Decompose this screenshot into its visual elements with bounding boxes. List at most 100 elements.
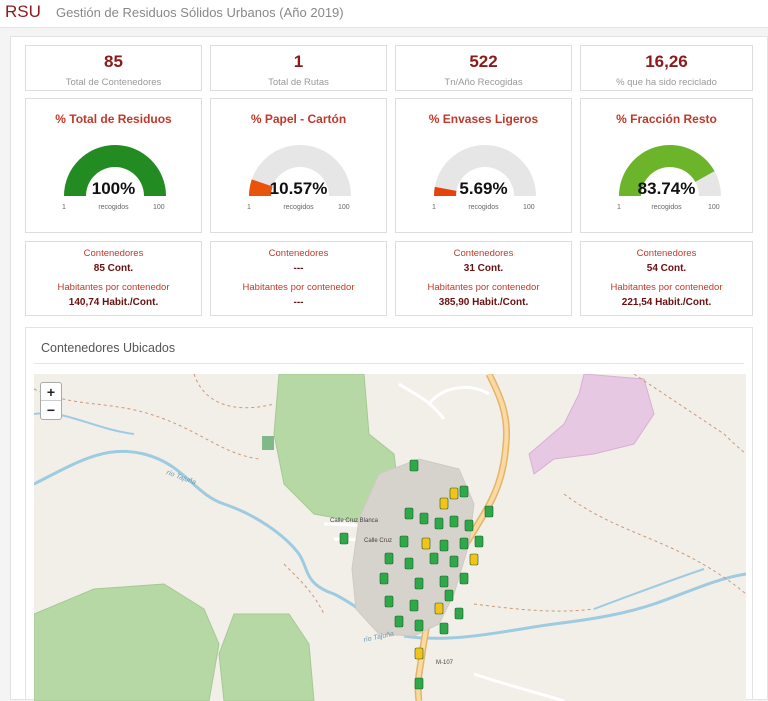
container-marker[interactable]	[459, 572, 469, 585]
stat-value: 85	[104, 52, 123, 71]
gauge-card-rest: % Fracción Resto 83.74% 1 recogidos 100	[580, 98, 753, 233]
gauge-card-paper: % Papel - Cartón 10.57% 1 recogidos 100	[210, 98, 387, 233]
gauge-max: 100	[708, 204, 720, 211]
gauge-card-packaging: % Envases Ligeros 5.69% 1 recogidos 100	[395, 98, 572, 233]
container-marker[interactable]	[454, 607, 464, 620]
gauge-max: 100	[523, 204, 535, 211]
restricted-area	[528, 374, 655, 475]
container-marker[interactable]	[384, 595, 394, 608]
road	[398, 382, 446, 420]
stat-value: 1	[293, 52, 304, 71]
info-card-packaging: Contenedores 31 Cont. Habitantes por con…	[395, 241, 572, 316]
top-bar: RSU Gestión de Residuos Sólidos Urbanos …	[0, 0, 768, 28]
stat-value: 16,26	[645, 52, 688, 71]
container-marker[interactable]	[414, 577, 424, 590]
containers-label: Contenedores	[83, 248, 144, 259]
inhabitants-label: Habitantes por contenedor	[242, 282, 355, 293]
inhabitants-value: 221,54 Habit./Cont.	[621, 297, 712, 308]
map-panel: Contenedores Ubicados río Tajuña río Taj…	[25, 327, 753, 701]
container-marker[interactable]	[439, 539, 449, 552]
map-panel-title: Contenedores Ubicados	[41, 341, 176, 355]
inhabitants-label: Habitantes por contenedor	[57, 282, 170, 293]
gauge-value: 83.74%	[637, 179, 696, 198]
containers-value: 85 Cont.	[93, 263, 134, 274]
container-marker[interactable]	[409, 459, 419, 472]
forest-area	[218, 613, 315, 701]
container-marker[interactable]	[459, 537, 469, 550]
container-marker[interactable]	[464, 519, 474, 532]
track	[193, 374, 275, 409]
track	[34, 388, 260, 460]
container-marker[interactable]	[439, 622, 449, 635]
container-marker[interactable]	[484, 505, 494, 518]
containers-value: 54 Cont.	[646, 263, 687, 274]
track	[473, 603, 595, 612]
stat-label: Total de Rutas	[268, 77, 329, 88]
container-marker[interactable]	[414, 677, 424, 690]
container-marker[interactable]	[404, 507, 414, 520]
container-marker[interactable]	[439, 497, 449, 510]
inhabitants-value: 140,74 Habit./Cont.	[68, 297, 159, 308]
street-label: Calle Cruz Blanca	[330, 518, 379, 524]
container-marker[interactable]	[449, 555, 459, 568]
inhabitants-label: Habitantes por contenedor	[610, 282, 723, 293]
info-card-paper: Contenedores --- Habitantes por contened…	[210, 241, 387, 316]
container-marker[interactable]	[404, 557, 414, 570]
container-marker[interactable]	[409, 599, 419, 612]
gauge-value: 5.69%	[459, 179, 508, 198]
stat-label: Total de Contenedores	[65, 77, 162, 88]
map-canvas[interactable]: río Tajuña río Tajuña Calle Cruz Blanca …	[34, 374, 746, 701]
map-view[interactable]: río Tajuña río Tajuña Calle Cruz Blanca …	[34, 374, 746, 701]
container-marker[interactable]	[439, 575, 449, 588]
gauge-title: % Fracción Resto	[616, 112, 717, 126]
container-marker[interactable]	[469, 553, 479, 566]
brand-logo[interactable]: RSU	[5, 2, 41, 22]
small-green-square	[262, 436, 274, 450]
gauge-title: % Total de Residuos	[55, 112, 172, 126]
gauge-unit: recogidos	[98, 204, 129, 211]
gauge-title: % Papel - Cartón	[250, 112, 347, 126]
info-card-rest: Contenedores 54 Cont. Habitantes por con…	[580, 241, 753, 316]
gauge-title: % Envases Ligeros	[428, 112, 539, 126]
gauge-unit: recogidos	[468, 204, 499, 211]
zoom-out-button[interactable]: −	[41, 401, 61, 419]
container-marker[interactable]	[414, 647, 424, 660]
container-marker[interactable]	[449, 487, 459, 500]
inhabitants-value: ---	[293, 297, 304, 308]
container-marker[interactable]	[449, 515, 459, 528]
gauge-max: 100	[153, 204, 165, 211]
container-marker[interactable]	[421, 537, 431, 550]
containers-label: Contenedores	[453, 248, 514, 259]
river	[593, 568, 705, 610]
zoom-control: + −	[40, 382, 62, 420]
gauge-card-total: % Total de Residuos 100% 1 recogidos 100	[25, 98, 202, 233]
gauge-unit: recogidos	[283, 204, 314, 211]
container-marker[interactable]	[429, 552, 439, 565]
container-marker[interactable]	[444, 589, 454, 602]
container-marker[interactable]	[459, 485, 469, 498]
gauge-max: 100	[338, 204, 350, 211]
container-marker[interactable]	[474, 535, 484, 548]
containers-label: Contenedores	[636, 248, 697, 259]
container-marker[interactable]	[434, 517, 444, 530]
stat-card-routes: 1 Total de Rutas	[210, 45, 387, 91]
container-marker[interactable]	[399, 535, 409, 548]
stat-value: 522	[469, 52, 498, 71]
inhabitants-label: Habitantes por contenedor	[427, 282, 540, 293]
gauge-value: 100%	[91, 179, 136, 198]
container-marker[interactable]	[379, 572, 389, 585]
stat-card-recycled: 16,26 % que ha sido reciclado	[580, 45, 753, 91]
container-marker[interactable]	[414, 619, 424, 632]
street-label: Calle Cruz	[364, 538, 392, 544]
zoom-in-button[interactable]: +	[41, 383, 61, 401]
container-marker[interactable]	[339, 532, 349, 545]
container-marker[interactable]	[394, 615, 404, 628]
containers-value: ---	[293, 263, 304, 274]
container-marker[interactable]	[419, 512, 429, 525]
container-marker[interactable]	[384, 552, 394, 565]
containers-label: Contenedores	[268, 248, 329, 259]
container-marker[interactable]	[434, 602, 444, 615]
inhabitants-value: 385,90 Habit./Cont.	[438, 297, 529, 308]
stat-label: Tn/Año Recogidas	[444, 77, 523, 88]
page-subtitle: Gestión de Residuos Sólidos Urbanos (Año…	[56, 5, 344, 20]
